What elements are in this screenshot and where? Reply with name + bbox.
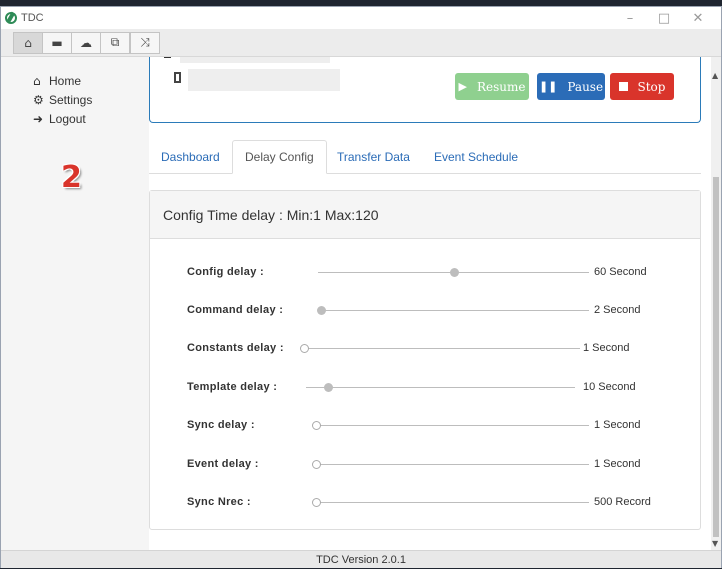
app-logo-icon	[5, 12, 17, 24]
main-content: ▶ Resume ❚❚ Pause Stop Dashboard Delay C…	[149, 57, 713, 550]
delay-value: 1 Second	[594, 458, 641, 470]
status-footer: TDC Version 2.0.1	[1, 550, 721, 568]
delay-label: Command delay :	[187, 304, 284, 316]
sidebar-item-label: Settings	[49, 92, 93, 107]
delay-config-panel: Config Time delay : Min:1 Max:120 Config…	[149, 190, 701, 530]
tab-delay-config[interactable]: Delay Config	[232, 140, 327, 174]
delay-value: 10 Second	[583, 381, 636, 393]
delay-label: Constants delay :	[187, 342, 284, 354]
tab-transfer-data[interactable]: Transfer Data	[325, 140, 422, 174]
server-icon	[174, 72, 181, 83]
window-title: TDC	[21, 12, 44, 24]
slider-track[interactable]	[316, 464, 589, 465]
stop-icon	[618, 82, 628, 91]
sidebar-item-label: Home	[49, 73, 82, 88]
delay-label: Template delay :	[187, 381, 278, 393]
copy-icon[interactable]: ⧉	[101, 33, 129, 53]
gear-icon: ⚙	[33, 92, 44, 107]
redacted-text	[180, 57, 330, 63]
toolbar: ⌂ ▬ ☁ ⧉ ⤨	[1, 29, 721, 57]
slider-thumb[interactable]	[300, 344, 309, 353]
slider-thumb[interactable]	[324, 383, 333, 392]
scroll-up-icon[interactable]: ▲	[712, 71, 718, 80]
delay-row: Event delay : 1 Second	[150, 455, 700, 475]
status-icon	[164, 57, 171, 58]
title-bar: TDC – □ ✕	[1, 7, 721, 29]
delay-label: Sync Nrec :	[187, 496, 251, 508]
delay-row: Sync Nrec : 500 Record	[150, 493, 700, 513]
slider-track[interactable]	[318, 310, 589, 311]
delay-label: Sync delay :	[187, 419, 255, 431]
tab-event-schedule[interactable]: Event Schedule	[422, 140, 530, 174]
sidebar-item-label: Logout	[49, 111, 86, 126]
delay-row: Command delay : 2 Second	[150, 301, 700, 321]
pause-icon: ❚❚	[538, 80, 558, 93]
scroll-thumb[interactable]	[713, 177, 719, 537]
tab-dashboard[interactable]: Dashboard	[149, 140, 232, 174]
cloud-icon[interactable]: ☁	[72, 33, 100, 53]
play-icon: ▶	[458, 80, 467, 93]
delay-value: 2 Second	[594, 304, 641, 316]
shuffle-icon[interactable]: ⤨	[131, 33, 159, 53]
app-window: TDC – □ ✕ ⌂ ▬ ☁ ⧉ ⤨ ⌂ Home ⚙ Settings ➜ …	[0, 6, 722, 568]
delay-row: Config delay : 60 Second	[150, 263, 700, 283]
scroll-down-icon[interactable]: ▼	[712, 539, 718, 548]
step-number-badge: 2	[61, 160, 82, 195]
delay-value: 1 Second	[594, 419, 641, 431]
slider-thumb[interactable]	[312, 421, 321, 430]
home-icon: ⌂	[33, 73, 41, 88]
delay-label: Event delay :	[187, 458, 259, 470]
sidebar-item-home[interactable]: ⌂ Home	[1, 71, 149, 90]
pause-button[interactable]: ❚❚ Pause	[537, 73, 605, 100]
slider-track[interactable]	[304, 348, 580, 349]
sidebar: ⌂ Home ⚙ Settings ➜ Logout 2	[1, 57, 149, 550]
slider-track[interactable]	[316, 425, 589, 426]
slider-thumb[interactable]	[312, 498, 321, 507]
sidebar-item-logout[interactable]: ➜ Logout	[1, 109, 149, 128]
stop-button[interactable]: Stop	[610, 73, 674, 100]
toolbar-group-extra: ⤨	[130, 31, 160, 54]
slider-thumb[interactable]	[312, 460, 321, 469]
delay-row: Sync delay : 1 Second	[150, 416, 700, 436]
delay-label: Config delay :	[187, 266, 264, 278]
sidebar-item-settings[interactable]: ⚙ Settings	[1, 90, 149, 109]
logout-icon: ➜	[33, 111, 44, 126]
delay-row: Template delay : 10 Second	[150, 378, 700, 398]
status-panel: ▶ Resume ❚❚ Pause Stop	[149, 57, 701, 123]
minimize-button[interactable]: –	[613, 11, 647, 26]
folder-icon[interactable]: ▬	[43, 33, 71, 53]
redacted-text	[188, 69, 340, 91]
slider-track[interactable]	[316, 502, 589, 503]
delay-value: 1 Second	[583, 342, 630, 354]
slider-thumb[interactable]	[317, 306, 326, 315]
delay-row: Constants delay : 1 Second	[150, 339, 700, 359]
panel-title: Config Time delay : Min:1 Max:120	[150, 191, 700, 239]
resume-button[interactable]: ▶ Resume	[455, 73, 529, 100]
delay-value: 500 Record	[594, 496, 651, 508]
slider-thumb[interactable]	[450, 268, 459, 277]
maximize-button[interactable]: □	[647, 11, 681, 26]
tab-bar: Dashboard Delay Config Transfer Data Eve…	[149, 140, 701, 174]
slider-track[interactable]	[306, 387, 575, 388]
close-button[interactable]: ✕	[681, 11, 715, 26]
delay-value: 60 Second	[594, 266, 647, 278]
scrollbar[interactable]: ▲ ▼	[711, 57, 721, 550]
home-icon[interactable]: ⌂	[14, 32, 42, 53]
toolbar-group-main: ⌂ ▬ ☁ ⧉	[13, 31, 130, 54]
